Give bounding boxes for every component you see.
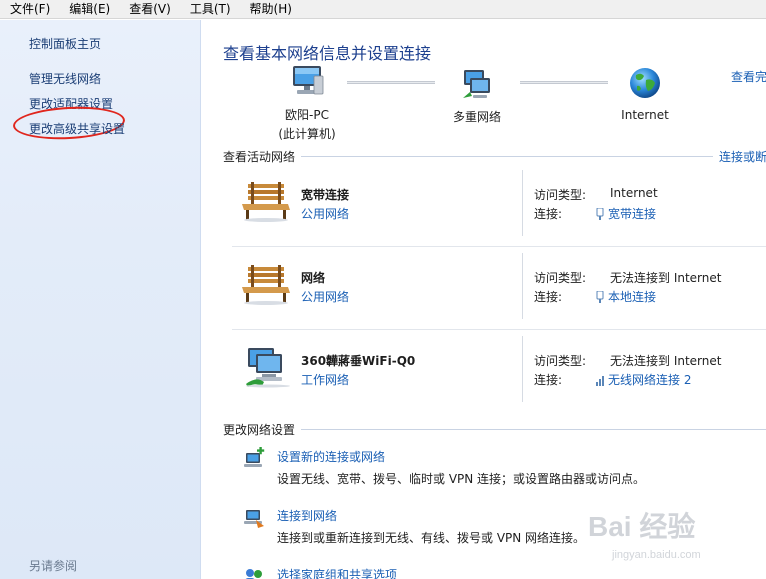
active-networks-heading: 查看活动网络 [223, 150, 296, 164]
menu-bar: 文件(F) 编辑(E) 查看(V) 工具(T) 帮助(H) [0, 0, 766, 19]
menu-file[interactable]: 文件(F) [0, 0, 59, 18]
new-connection-icon [244, 447, 265, 467]
task-setup-connection-desc: 设置无线、宽带、拨号、临时或 VPN 连接；或设置路由器或访问点。 [277, 472, 646, 486]
sidebar-item-control-panel-home[interactable]: 控制面板主页 [29, 35, 101, 52]
network-separator-2 [232, 329, 766, 330]
network-separator-1 [232, 246, 766, 247]
map-line-1 [347, 81, 435, 84]
network-1-connection-label: 连接: [534, 207, 563, 221]
task-homegroup-link[interactable]: 选择家庭组和共享选项 [277, 566, 397, 579]
change-settings-heading: 更改网络设置 [223, 423, 296, 437]
menu-view[interactable]: 查看(V) [119, 0, 180, 18]
task-connect-network-desc: 连接到或重新连接到无线、有线、拨号或 VPN 网络连接。 [277, 531, 586, 545]
network-name: 多重网络 [452, 110, 501, 124]
ethernet-plug-icon [596, 290, 604, 303]
sidebar-item-manage-wireless[interactable]: 管理无线网络 [29, 70, 101, 87]
network-1-access-label: 访问类型: [534, 188, 587, 202]
bench-icon [242, 182, 290, 222]
page-title: 查看基本网络信息并设置连接 [223, 44, 432, 63]
left-pane: 控制面板主页 管理无线网络 更改适配器设置 更改高级共享设置 另请参阅 [0, 20, 201, 579]
task-setup-connection-link[interactable]: 设置新的连接或网络 [277, 448, 385, 465]
menu-tools[interactable]: 工具(T) [180, 0, 240, 18]
map-internet[interactable]: Internet [605, 66, 685, 122]
task-connect-network-link[interactable]: 连接到网络 [277, 507, 337, 524]
network-2-access-value: 无法连接到 Internet [610, 271, 722, 285]
homegroup-icon [245, 569, 262, 579]
network-2-connection-label: 连接: [534, 290, 563, 304]
network-3-divider [522, 336, 523, 402]
ethernet-plug-icon [596, 207, 604, 220]
network-3-access-label: 访问类型: [534, 354, 587, 368]
network-3-connection-link[interactable]: 无线网络连接 2 [595, 371, 691, 388]
menu-help[interactable]: 帮助(H) [240, 0, 301, 18]
sidebar-item-advanced-sharing[interactable]: 更改高级共享设置 [29, 120, 125, 137]
change-settings-rule [301, 429, 766, 430]
network-3-type-link[interactable]: 工作网络 [301, 371, 349, 388]
computer-sub: (此计算机) [278, 127, 336, 141]
wireless-signal-icon [596, 375, 604, 386]
network-3-access-value: 无法连接到 Internet [610, 354, 722, 368]
map-line-2 [520, 81, 608, 84]
baidu-watermark: Bai 经验 jingyan.baidu.com [588, 505, 738, 575]
watermark-url: jingyan.baidu.com [612, 549, 701, 561]
multiple-networks-icon [463, 70, 490, 98]
computer-name: 欧阳-PC [285, 108, 329, 122]
bench-icon [242, 265, 290, 305]
network-1-type-link[interactable]: 公用网络 [301, 205, 349, 222]
network-3-connection-text: 无线网络连接 2 [608, 373, 692, 387]
main-pane: 查看基本网络信息并设置连接 查看完 欧阳-PC (此计算机) 多重网络 Inte… [202, 20, 766, 579]
network-1-access-value: Internet [610, 186, 658, 200]
globe-icon [630, 68, 660, 98]
computer-icon [293, 66, 324, 95]
network-3-connection-label: 连接: [534, 373, 563, 387]
connect-disconnect-link[interactable]: 连接或断 [719, 148, 766, 165]
network-2-name: 网络 [301, 271, 326, 285]
map-network[interactable]: 多重网络 [434, 68, 520, 125]
internet-name: Internet [621, 108, 669, 122]
work-network-icon [246, 348, 290, 388]
network-3-name: 360韡蔣垂WiFi-Q0 [301, 354, 416, 368]
active-networks-rule [301, 156, 713, 157]
network-2-connection-link[interactable]: 本地连接 [595, 288, 656, 305]
network-1-connection-link[interactable]: 宽带连接 [595, 205, 656, 222]
network-2-divider [522, 253, 523, 319]
see-also-heading: 另请参阅 [29, 559, 78, 573]
view-full-map-link[interactable]: 查看完 [731, 68, 766, 85]
connect-network-icon [244, 510, 264, 528]
network-2-connection-text: 本地连接 [608, 290, 657, 304]
network-1-connection-text: 宽带连接 [608, 207, 657, 221]
network-1-divider [522, 170, 523, 236]
menu-edit[interactable]: 编辑(E) [59, 0, 119, 18]
network-2-access-label: 访问类型: [534, 271, 587, 285]
network-1-name: 宽带连接 [301, 188, 350, 202]
map-computer[interactable]: 欧阳-PC (此计算机) [264, 62, 350, 142]
watermark-logo: Bai 经验 [588, 511, 696, 542]
network-2-type-link[interactable]: 公用网络 [301, 288, 349, 305]
